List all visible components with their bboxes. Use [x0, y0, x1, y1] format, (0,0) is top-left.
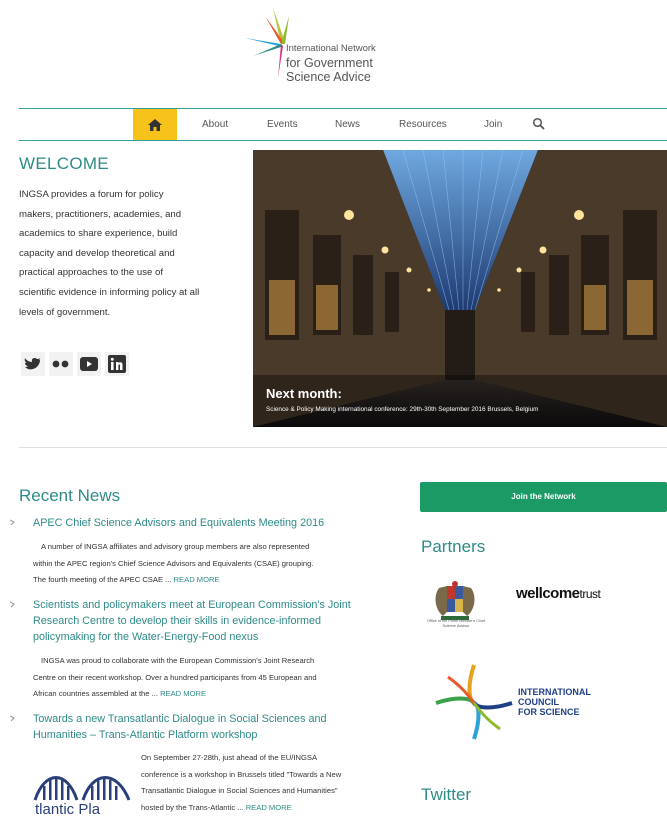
headline-line: Research Centre to develop their skills … [33, 615, 322, 627]
home-icon [148, 118, 162, 131]
nav-item-resources[interactable]: Resources [399, 109, 447, 140]
welcome-line: makers, practitioners, academies, and [19, 208, 182, 220]
read-more-link[interactable]: READ MORE [174, 575, 220, 584]
headline-line: Towards a new Transatlantic Dialogue in … [33, 713, 327, 725]
youtube-icon[interactable] [77, 352, 101, 376]
excerpt-line: African countries assembled at the ... [33, 689, 158, 699]
news-thumbnail[interactable]: tlantic Pla [33, 756, 135, 816]
welcome-line: academics to share experience, build [19, 228, 178, 240]
news-headline[interactable]: Towards a new Transatlantic Dialogue in … [33, 711, 326, 743]
news-excerpt: On September 27-28th, just ahead of the … [141, 750, 405, 816]
linkedin-icon[interactable] [105, 352, 129, 376]
headline-line: Scientists and policymakers meet at Euro… [33, 599, 351, 611]
bullet-icon [9, 519, 15, 526]
partners-title: Partners [421, 537, 486, 556]
icsu-line: COUNCIL [518, 697, 559, 707]
headline-line: APEC Chief Science Advisors and Equivale… [33, 517, 325, 529]
crest-caption: Office of the Prime Minister's Chief Sci… [426, 619, 486, 628]
welcome-line: INGSA provides a forum for policy [19, 189, 164, 200]
logo-line-3: Science Advice [286, 70, 371, 84]
icsu-wordmark: INTERNATIONAL COUNCIL FOR SCIENCE [518, 687, 591, 717]
excerpt-line: Centre on their recent workshop. Over a … [33, 672, 317, 682]
nav-item-about[interactable]: About [202, 109, 228, 140]
welcome-text: INGSA provides a forum for policy makers… [19, 185, 239, 322]
excerpt-line: A number of INGSA affiliates and advisor… [41, 542, 310, 551]
recent-news-title: Recent News [19, 486, 121, 505]
news-headline[interactable]: Scientists and policymakers meet at Euro… [33, 597, 351, 645]
main-nav: About Events News Resources Join [19, 108, 667, 141]
trans-atlantic-platform-logo: tlantic Pla [33, 756, 135, 816]
thumb-caption: tlantic Pla [35, 801, 101, 816]
join-network-button[interactable]: Join the Network [420, 482, 667, 512]
social-links [21, 352, 133, 376]
hero-image[interactable]: Next month: Science & Policy Making inte… [253, 150, 667, 427]
nav-item-events[interactable]: Events [267, 109, 298, 140]
hero-caption-subtitle: Science & Policy Making international co… [266, 406, 539, 413]
excerpt-line: within the APEC region's Chief Science A… [33, 558, 314, 568]
excerpt-line: hosted by the Trans-Atlantic ... [141, 802, 244, 812]
wellcome-wordmark: wellcome [516, 585, 580, 602]
news-excerpt: A number of INGSA affiliates and advisor… [33, 539, 405, 589]
excerpt-line: On September 27-28th, just ahead of the … [141, 753, 318, 762]
wellcome-trust-logo[interactable]: wellcometrust [516, 585, 601, 602]
excerpt-line: Transatlantic Dialogue in Social Science… [141, 786, 338, 796]
excerpt-line: conference is a workshop in Brussels tit… [141, 769, 342, 779]
news-excerpt: INGSA was proud to collaborate with the … [33, 653, 405, 703]
flickr-icon[interactable] [49, 352, 73, 376]
read-more-link[interactable]: READ MORE [246, 803, 292, 812]
logo-line-2: for Government [286, 56, 373, 70]
site-logo[interactable]: International Network for Government Sci… [243, 4, 413, 88]
welcome-line: levels of government. [19, 306, 111, 318]
twitter-title: Twitter [421, 785, 472, 804]
welcome-line: scientific evidence in informing policy … [19, 286, 200, 298]
search-icon[interactable] [532, 117, 546, 131]
welcome-title: WELCOME [19, 154, 109, 173]
logo-line-1: International Network [286, 43, 376, 54]
read-more-link[interactable]: READ MORE [160, 689, 206, 698]
nav-item-join[interactable]: Join [484, 109, 502, 140]
icsu-logo[interactable] [434, 663, 514, 741]
welcome-line: capacity and develop theoretical and [19, 247, 175, 259]
welcome-line: practical approaches to the use of [19, 267, 163, 279]
headline-line: policymaking for the Water-Energy-Food n… [33, 631, 259, 643]
nav-item-news[interactable]: News [335, 109, 360, 140]
news-headline[interactable]: APEC Chief Science Advisors and Equivale… [33, 515, 324, 531]
hero-caption-title: Next month: [266, 386, 342, 401]
section-divider [19, 447, 667, 448]
twitter-icon[interactable] [21, 352, 45, 376]
bullet-icon [9, 601, 15, 608]
wellcome-suffix: trust [579, 587, 601, 601]
excerpt-line: INGSA was proud to collaborate with the … [41, 656, 315, 665]
excerpt-line: The fourth meeting of the APEC CSAE ... [33, 575, 172, 585]
icsu-line: INTERNATIONAL [518, 687, 591, 697]
nav-home[interactable] [133, 109, 177, 140]
bullet-icon [9, 715, 15, 722]
icsu-line: FOR SCIENCE [518, 707, 580, 717]
headline-line: Humanities – Trans-Atlantic Platform wor… [33, 729, 258, 741]
